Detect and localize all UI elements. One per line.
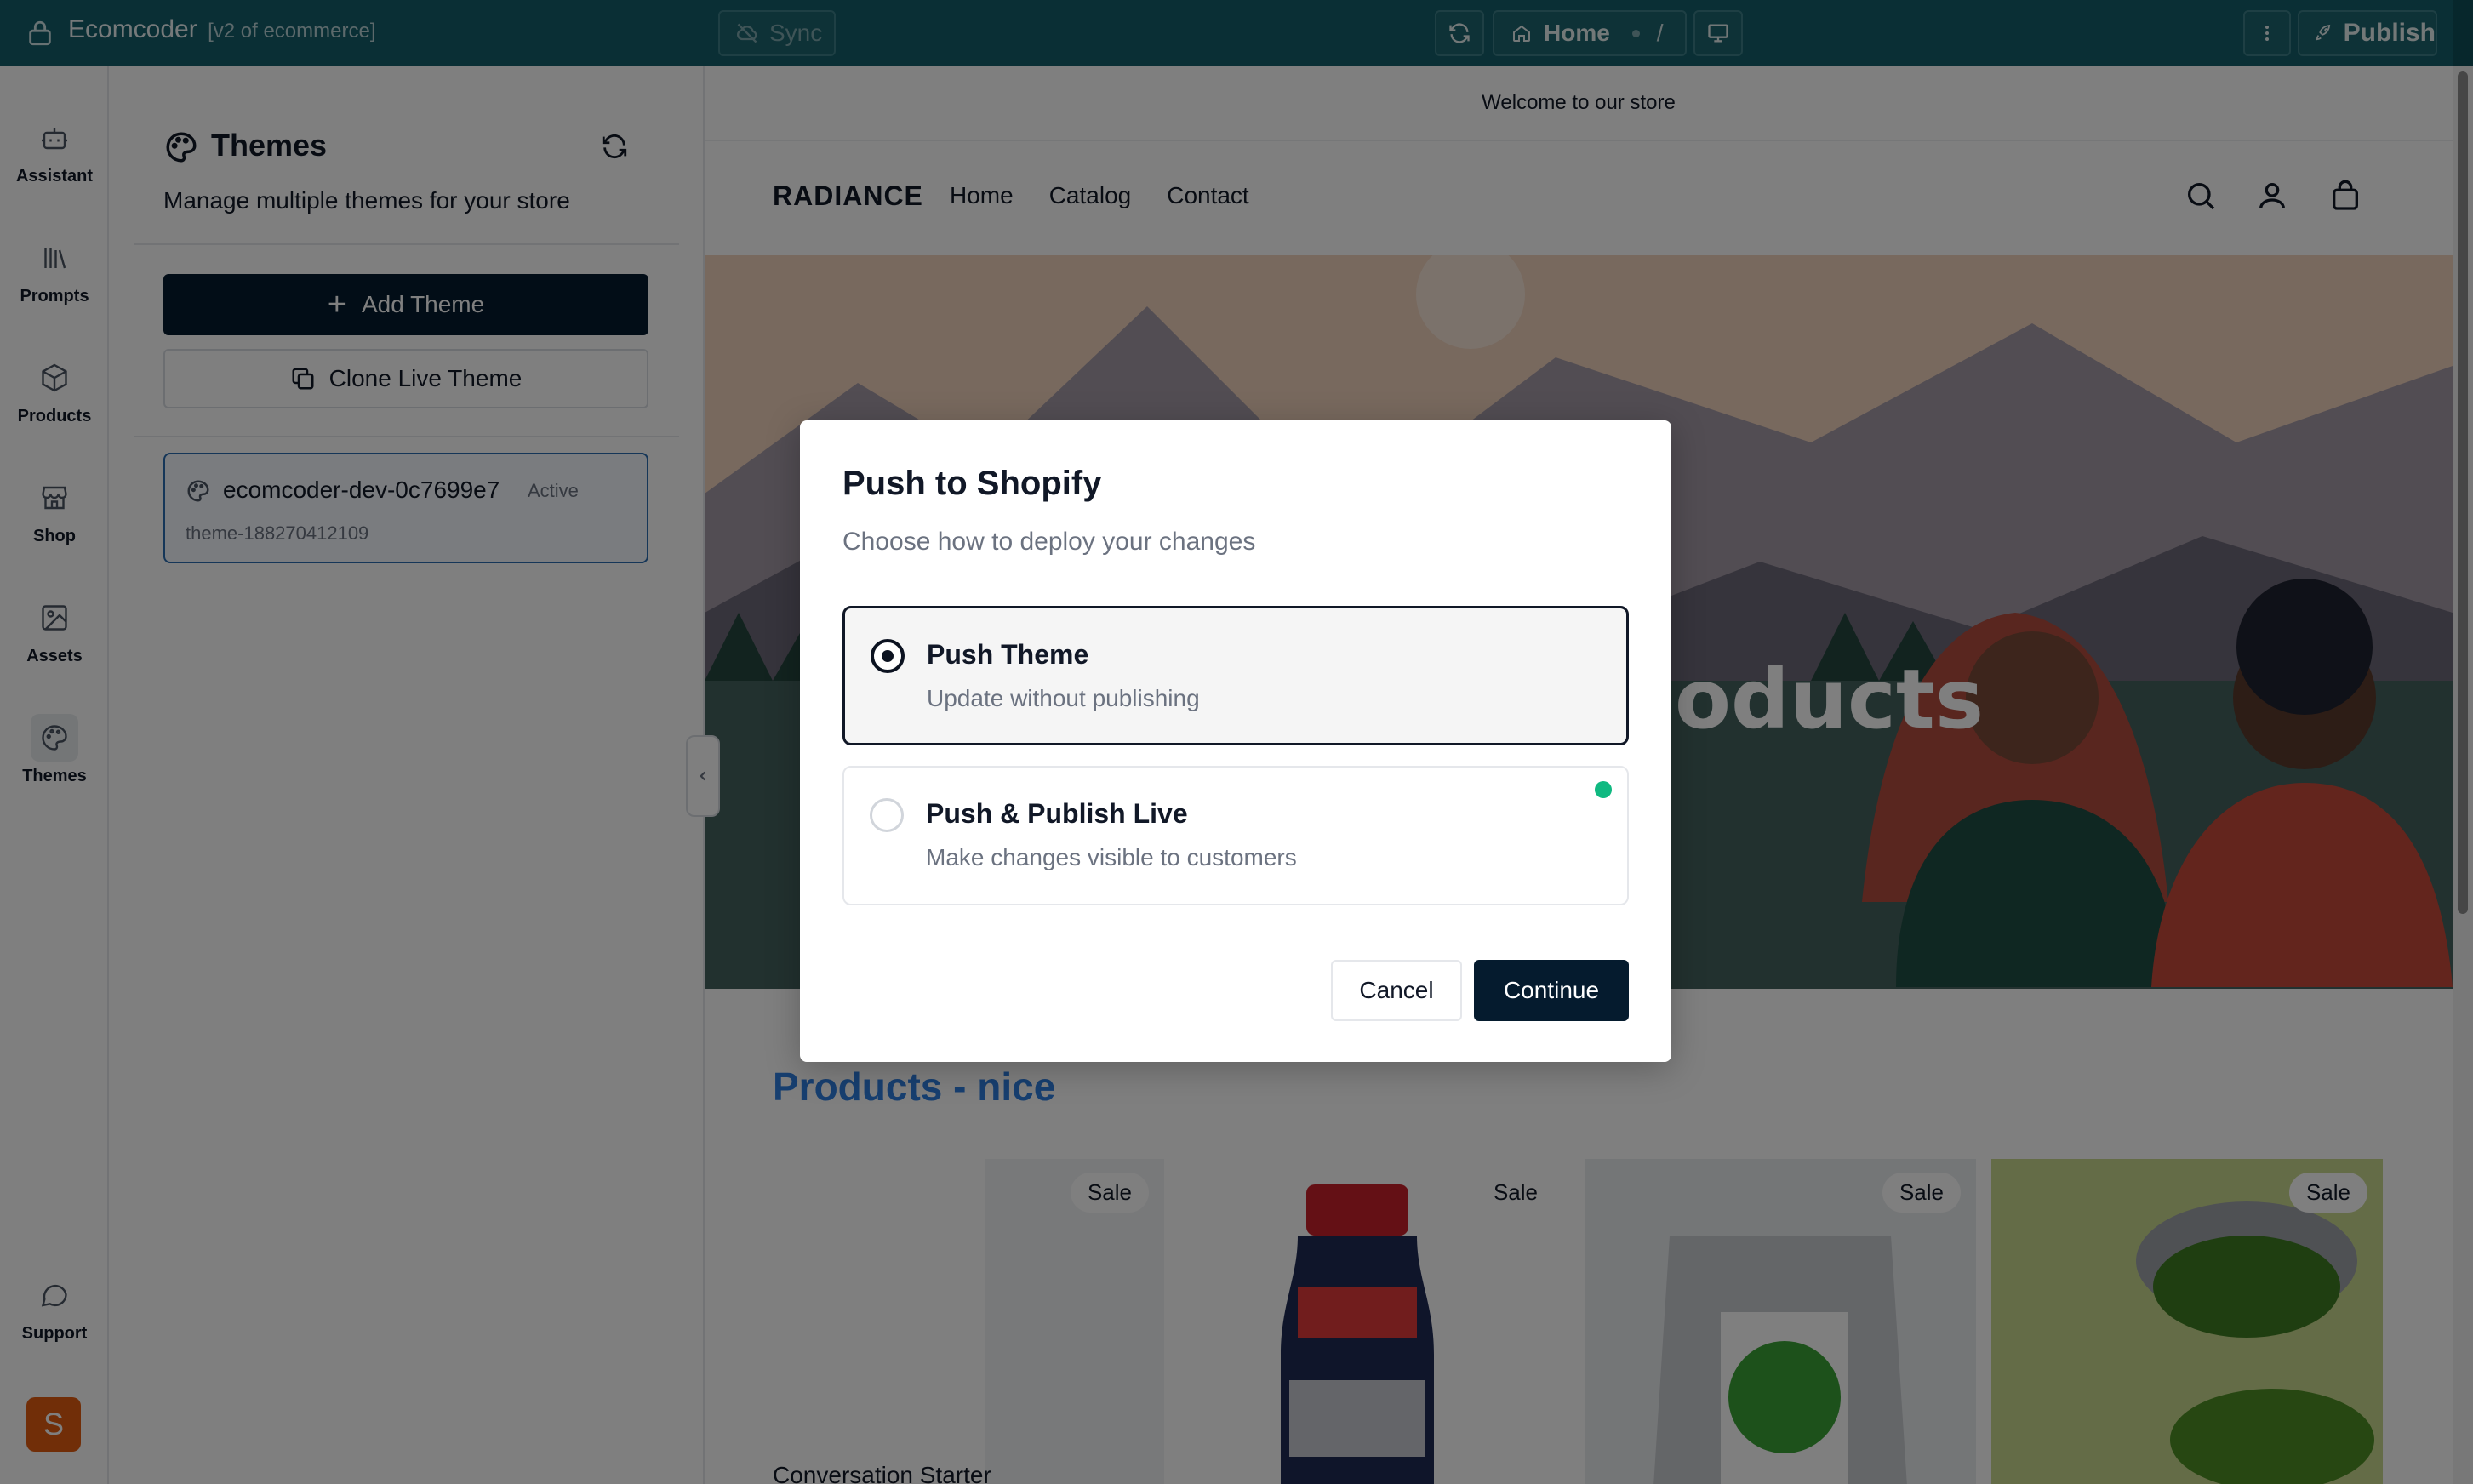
option-title: Push & Publish Live [926,798,1188,829]
live-status-dot [1595,781,1612,798]
option-title: Push Theme [927,639,1089,670]
dialog-subtitle: Choose how to deploy your changes [842,528,1256,556]
option-push-publish-live[interactable]: Push & Publish Live Make changes visible… [842,766,1629,905]
cancel-button[interactable]: Cancel [1331,960,1462,1021]
radio-selected[interactable] [871,639,905,673]
radio-unselected[interactable] [870,798,904,832]
option-push-theme[interactable]: Push Theme Update without publishing [842,606,1629,745]
dialog-title: Push to Shopify [842,465,1102,502]
push-to-shopify-dialog: Push to Shopify Choose how to deploy you… [800,420,1671,1062]
option-description: Make changes visible to customers [926,844,1297,870]
continue-button[interactable]: Continue [1474,960,1629,1021]
option-description: Update without publishing [927,685,1200,711]
